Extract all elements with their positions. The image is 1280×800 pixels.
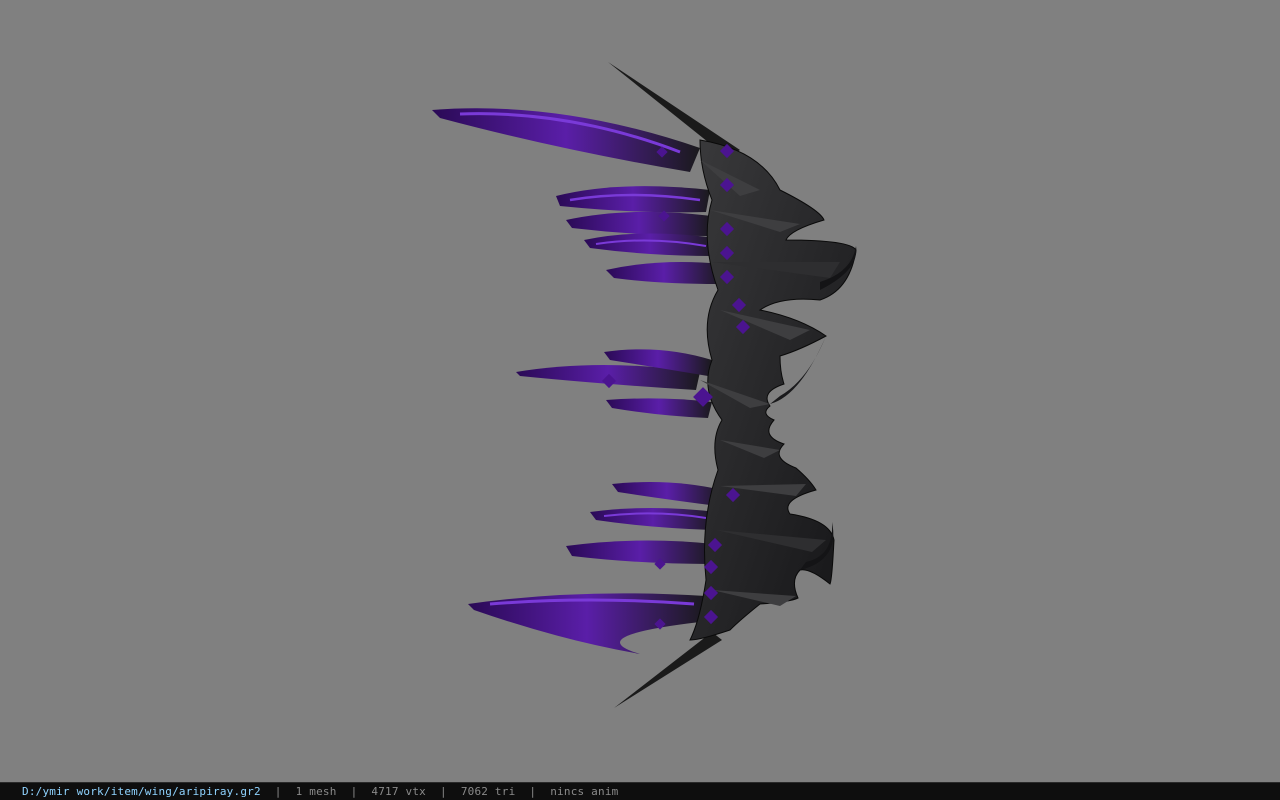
file-path: D:/ymir work/item/wing/aripiray.gr2 <box>22 785 261 798</box>
triangle-count: 7062 tri <box>460 785 516 798</box>
feather-upper-1 <box>432 108 700 172</box>
animation-status: nincs anim <box>550 785 619 798</box>
status-separator: | <box>529 785 537 798</box>
feather-lower-3 <box>566 540 714 564</box>
3d-viewport[interactable] <box>0 0 1280 782</box>
status-separator: | <box>350 785 358 798</box>
status-separator: | <box>274 785 282 798</box>
status-separator: | <box>439 785 447 798</box>
bottom-spike <box>614 632 722 708</box>
feather-lower-2 <box>590 508 716 530</box>
mesh-count: 1 mesh <box>295 785 337 798</box>
feather-mid-3 <box>606 398 712 418</box>
feather-upper-3 <box>566 211 712 236</box>
vertex-count: 4717 vtx <box>371 785 426 798</box>
wing-model <box>432 62 857 708</box>
status-bar: D:/ymir work/item/wing/aripiray.gr2 | 1 … <box>0 782 1280 800</box>
feather-upper-5 <box>606 262 722 284</box>
feather-lower-1 <box>612 482 722 506</box>
